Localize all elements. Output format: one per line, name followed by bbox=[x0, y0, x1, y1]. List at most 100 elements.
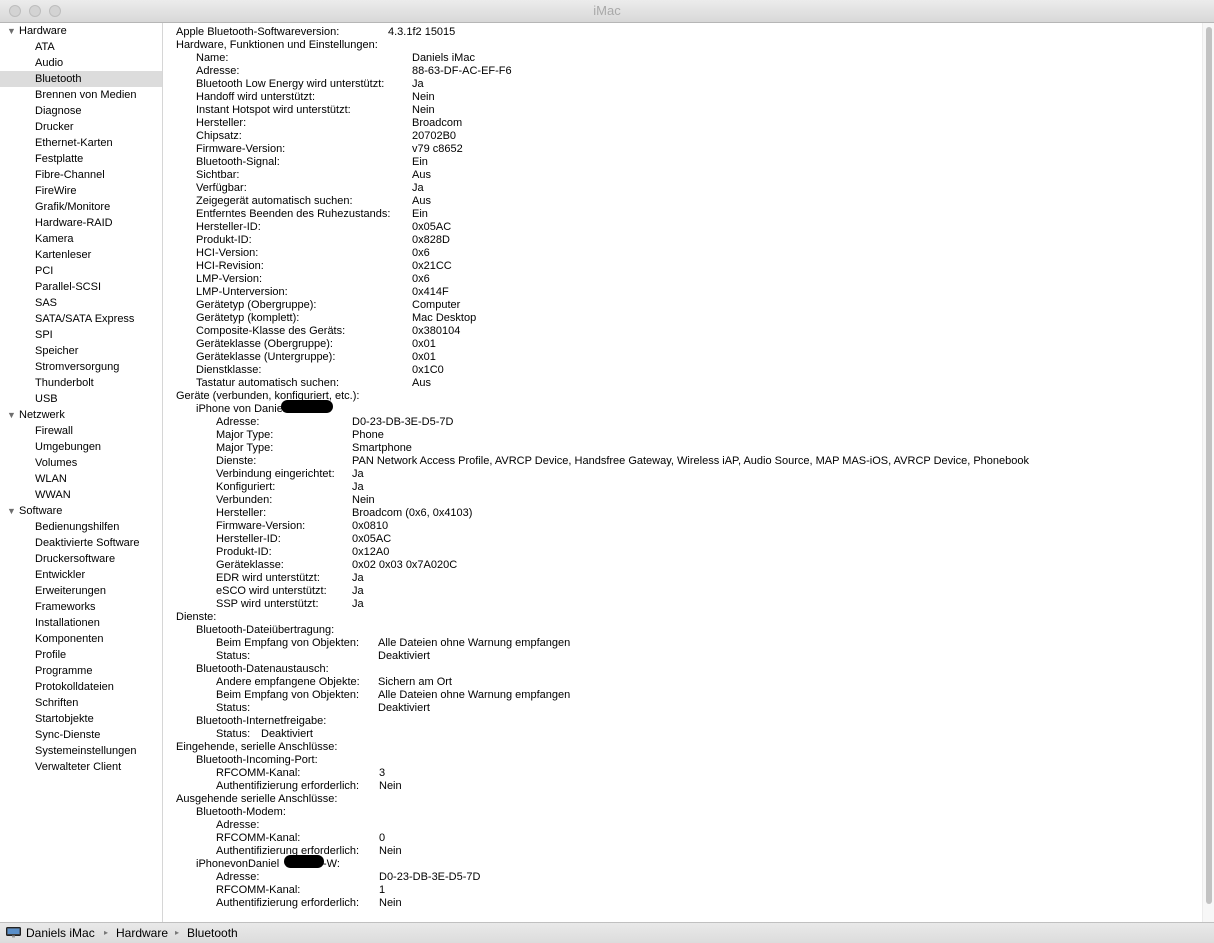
sidebar-item-label: Kamera bbox=[35, 233, 74, 245]
property-value: Phone bbox=[352, 429, 384, 441]
property-label: Major Type: bbox=[216, 442, 274, 454]
sidebar-item-fibre-channel[interactable]: Fibre-Channel bbox=[0, 167, 162, 183]
sidebar-item-kartenleser[interactable]: Kartenleser bbox=[0, 247, 162, 263]
sidebar-item-wlan[interactable]: WLAN bbox=[0, 471, 162, 487]
sidebar-item-installationen[interactable]: Installationen bbox=[0, 615, 162, 631]
property-value: Daniels iMac bbox=[412, 52, 475, 64]
sidebar-item-bluetooth[interactable]: Bluetooth bbox=[0, 71, 162, 87]
sidebar-category-label: Netzwerk bbox=[19, 409, 65, 421]
sidebar-item-komponenten[interactable]: Komponenten bbox=[0, 631, 162, 647]
vertical-scrollbar[interactable] bbox=[1202, 23, 1214, 922]
sidebar-item-verwalteter-client[interactable]: Verwalteter Client bbox=[0, 759, 162, 775]
disclosure-triangle-icon[interactable]: ▼ bbox=[7, 23, 16, 39]
sidebar-item-sync-dienste[interactable]: Sync-Dienste bbox=[0, 727, 162, 743]
window-title: iMac bbox=[593, 3, 621, 18]
property-label: Hersteller: bbox=[216, 507, 267, 519]
sidebar-item-label: Speicher bbox=[35, 345, 79, 357]
breadcrumb-bluetooth[interactable]: Bluetooth bbox=[187, 923, 238, 943]
property-label: EDR wird unterstützt: bbox=[216, 572, 320, 584]
property-value: Ja bbox=[352, 468, 364, 480]
property-label: LMP-Unterversion: bbox=[196, 286, 288, 298]
sidebar-item-volumes[interactable]: Volumes bbox=[0, 455, 162, 471]
sidebar-item-drucker[interactable]: Drucker bbox=[0, 119, 162, 135]
property-label: Gerätetyp (Obergruppe): bbox=[196, 299, 317, 311]
sidebar-item-bedienungshilfen[interactable]: Bedienungshilfen bbox=[0, 519, 162, 535]
property-value: Ja bbox=[352, 598, 364, 610]
sidebar-item-label: Installationen bbox=[35, 617, 100, 629]
property-label: Bluetooth-Modem: bbox=[196, 806, 286, 818]
sidebar-item-label: FireWire bbox=[35, 185, 77, 197]
sidebar-item-kamera[interactable]: Kamera bbox=[0, 231, 162, 247]
sidebar-item-thunderbolt[interactable]: Thunderbolt bbox=[0, 375, 162, 391]
title-bar: iMac bbox=[0, 0, 1214, 23]
sidebar-item-label: Parallel-SCSI bbox=[35, 281, 102, 293]
sidebar-item-firewire[interactable]: FireWire bbox=[0, 183, 162, 199]
scrollbar-thumb[interactable] bbox=[1206, 27, 1212, 904]
sidebar-item-sas[interactable]: SAS bbox=[0, 295, 162, 311]
sidebar-item-druckersoftware[interactable]: Druckersoftware bbox=[0, 551, 162, 567]
sidebar-item-audio[interactable]: Audio bbox=[0, 55, 162, 71]
sidebar-item-brennen-von-medien[interactable]: Brennen von Medien bbox=[0, 87, 162, 103]
sidebar-item-programme[interactable]: Programme bbox=[0, 663, 162, 679]
property-value: Ja bbox=[352, 481, 364, 493]
breadcrumb-daniels-imac[interactable]: Daniels iMac bbox=[26, 923, 95, 943]
breadcrumb-hardware[interactable]: Hardware bbox=[116, 923, 168, 943]
sidebar-item-label: WWAN bbox=[35, 489, 71, 501]
path-bar: Daniels iMac ▸ Hardware ▸ Bluetooth bbox=[0, 922, 1214, 943]
sidebar-item-umgebungen[interactable]: Umgebungen bbox=[0, 439, 162, 455]
sidebar-item-label: Audio bbox=[35, 57, 64, 69]
sidebar-item-startobjekte[interactable]: Startobjekte bbox=[0, 711, 162, 727]
property-label: Bluetooth-Internetfreigabe: bbox=[196, 715, 327, 727]
property-label: Status: bbox=[216, 702, 251, 714]
property-label: Verfügbar: bbox=[196, 182, 247, 194]
sidebar-item-grafik-monitore[interactable]: Grafik/Monitore bbox=[0, 199, 162, 215]
sidebar-item-entwickler[interactable]: Entwickler bbox=[0, 567, 162, 583]
property-label: Tastatur automatisch suchen: bbox=[196, 377, 340, 389]
sidebar-item-schriften[interactable]: Schriften bbox=[0, 695, 162, 711]
sidebar-item-protokolldateien[interactable]: Protokolldateien bbox=[0, 679, 162, 695]
property-value: Ein bbox=[412, 156, 428, 168]
sidebar-item-ata[interactable]: ATA bbox=[0, 39, 162, 55]
property-label: Entferntes Beenden des Ruhezustands: bbox=[196, 208, 391, 220]
sidebar-item-stromversorgung[interactable]: Stromversorgung bbox=[0, 359, 162, 375]
sidebar-item-profile[interactable]: Profile bbox=[0, 647, 162, 663]
disclosure-triangle-icon[interactable]: ▼ bbox=[7, 503, 16, 519]
disclosure-triangle-icon[interactable]: ▼ bbox=[7, 407, 16, 423]
property-label: Sichtbar: bbox=[196, 169, 240, 181]
property-value: Deaktiviert bbox=[261, 728, 313, 740]
property-value: 4.3.1f2 15015 bbox=[388, 26, 456, 38]
sidebar-category-hardware[interactable]: ▼ Hardware bbox=[0, 23, 162, 39]
sidebar-item-label: Systemeinstellungen bbox=[35, 745, 137, 757]
sidebar-item-spi[interactable]: SPI bbox=[0, 327, 162, 343]
sidebar-item-frameworks[interactable]: Frameworks bbox=[0, 599, 162, 615]
sidebar-item-deaktivierte-software[interactable]: Deaktivierte Software bbox=[0, 535, 162, 551]
imac-icon bbox=[6, 927, 21, 938]
property-label: Firmware-Version: bbox=[196, 143, 286, 155]
sidebar-item-wwan[interactable]: WWAN bbox=[0, 487, 162, 503]
sidebar-item-diagnose[interactable]: Diagnose bbox=[0, 103, 162, 119]
sidebar-item-hardware-raid[interactable]: Hardware-RAID bbox=[0, 215, 162, 231]
property-label: Adresse: bbox=[196, 65, 240, 77]
sidebar-item-speicher[interactable]: Speicher bbox=[0, 343, 162, 359]
sidebar-category-netzwerk[interactable]: ▼ Netzwerk bbox=[0, 407, 162, 423]
sidebar-item-firewall[interactable]: Firewall bbox=[0, 423, 162, 439]
sidebar-item-pci[interactable]: PCI bbox=[0, 263, 162, 279]
property-value: 0x414F bbox=[412, 286, 449, 298]
property-label: Adresse: bbox=[216, 819, 260, 831]
sidebar-category-software[interactable]: ▼ Software bbox=[0, 503, 162, 519]
sidebar-item-festplatte[interactable]: Festplatte bbox=[0, 151, 162, 167]
sidebar-item-systemeinstellungen[interactable]: Systemeinstellungen bbox=[0, 743, 162, 759]
property-label: HCI-Version: bbox=[196, 247, 259, 259]
sidebar-item-erweiterungen[interactable]: Erweiterungen bbox=[0, 583, 162, 599]
sidebar-item-label: Profile bbox=[35, 649, 67, 661]
sidebar-item-sata-sata-express[interactable]: SATA/SATA Express bbox=[0, 311, 162, 327]
sidebar-item-parallel-scsi[interactable]: Parallel-SCSI bbox=[0, 279, 162, 295]
property-label: Instant Hotspot wird unterstützt: bbox=[196, 104, 351, 116]
sidebar-item-ethernet-karten[interactable]: Ethernet-Karten bbox=[0, 135, 162, 151]
sidebar-item-usb[interactable]: USB bbox=[0, 391, 162, 407]
property-label: Geräte (verbunden, konfiguriert, etc.): bbox=[176, 390, 360, 402]
property-label: Handoff wird unterstützt: bbox=[196, 91, 316, 103]
property-label: Dienstklasse: bbox=[196, 364, 262, 376]
property-label: Verbindung eingerichtet: bbox=[216, 468, 335, 480]
sidebar-item-label: Programme bbox=[35, 665, 93, 677]
